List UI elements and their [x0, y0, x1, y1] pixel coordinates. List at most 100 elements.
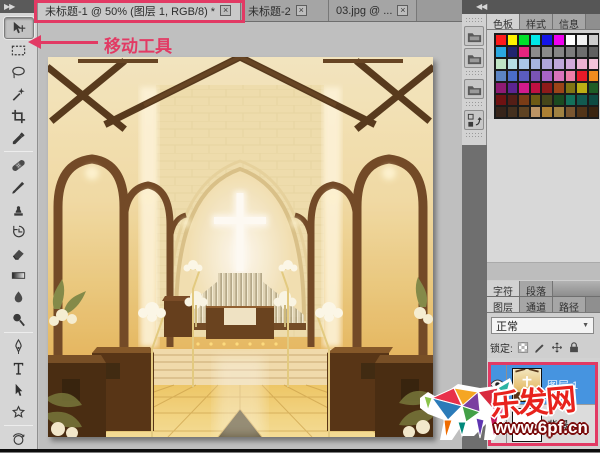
magic-wand-tool[interactable] [4, 83, 34, 105]
color-swatch[interactable] [565, 70, 577, 82]
color-swatch[interactable] [576, 94, 588, 106]
clone-stamp-tool[interactable] [4, 198, 34, 220]
color-swatch[interactable] [507, 82, 519, 94]
charpara-tab[interactable]: 段落 [520, 281, 553, 296]
color-swatch[interactable] [576, 106, 588, 118]
charpara-tab[interactable]: 字符 [487, 281, 520, 296]
collapsed-panel-icon-1[interactable] [464, 26, 484, 46]
color-swatch[interactable] [530, 58, 542, 70]
custom-shape-tool[interactable] [4, 401, 34, 423]
color-swatch[interactable] [553, 46, 565, 58]
rectangular-marquee-tool[interactable] [4, 39, 34, 61]
color-swatch[interactable] [541, 46, 553, 58]
color-swatch[interactable] [565, 82, 577, 94]
color-swatch[interactable] [530, 94, 542, 106]
collapse-dock-left-icon[interactable]: ◀◀ [462, 0, 600, 14]
color-swatch[interactable] [507, 34, 519, 46]
color-swatch[interactable] [541, 70, 553, 82]
color-swatch[interactable] [518, 94, 530, 106]
document-canvas[interactable] [48, 57, 433, 437]
color-swatch[interactable] [518, 70, 530, 82]
color-swatch[interactable] [553, 106, 565, 118]
color-swatch[interactable] [495, 70, 507, 82]
pen-tool[interactable] [4, 335, 34, 357]
color-swatch[interactable] [530, 106, 542, 118]
color-swatch[interactable] [495, 58, 507, 70]
color-swatch[interactable] [588, 82, 600, 94]
color-swatch[interactable] [507, 46, 519, 58]
eraser-tool[interactable] [4, 242, 34, 264]
layer-row[interactable]: 图层 1 [489, 365, 598, 405]
color-swatch[interactable] [507, 70, 519, 82]
type-tool[interactable] [4, 357, 34, 379]
color-swatch[interactable] [588, 94, 600, 106]
color-swatch[interactable] [576, 82, 588, 94]
blur-tool[interactable] [4, 286, 34, 308]
color-swatch[interactable] [565, 94, 577, 106]
color-swatch[interactable] [518, 34, 530, 46]
color-swatch[interactable] [530, 70, 542, 82]
dodge-tool[interactable] [4, 308, 34, 330]
color-swatch[interactable] [518, 46, 530, 58]
color-swatch[interactable] [553, 70, 565, 82]
layer-visibility-eye-icon[interactable] [489, 365, 507, 404]
swatches-tab[interactable]: 色板 [487, 14, 520, 29]
color-swatch[interactable] [530, 82, 542, 94]
color-swatch[interactable] [495, 34, 507, 46]
brush-tool[interactable] [4, 176, 34, 198]
color-swatch[interactable] [588, 34, 600, 46]
lock-image-icon[interactable] [533, 341, 547, 355]
color-swatch[interactable] [541, 58, 553, 70]
color-swatch[interactable] [518, 82, 530, 94]
swatches-tab[interactable]: 信息 [553, 14, 586, 29]
color-swatch[interactable] [495, 94, 507, 106]
lock-all-icon[interactable] [567, 341, 581, 355]
color-swatch[interactable] [518, 58, 530, 70]
color-swatch[interactable] [565, 46, 577, 58]
color-swatch[interactable] [576, 58, 588, 70]
layers-tab[interactable]: 图层 [487, 297, 520, 312]
color-swatch[interactable] [565, 58, 577, 70]
lock-transparency-icon[interactable] [516, 341, 530, 355]
color-swatch[interactable] [565, 106, 577, 118]
color-swatch[interactable] [530, 34, 542, 46]
layer-thumbnail[interactable] [512, 368, 542, 402]
gradient-tool[interactable] [4, 264, 34, 286]
layer-row[interactable]: 背景 [489, 405, 598, 445]
document-tab-1[interactable]: 未标题-1 @ 50% (图层 1, RGB/8) *× [38, 0, 241, 21]
color-swatch[interactable] [541, 94, 553, 106]
color-swatch[interactable] [588, 58, 600, 70]
color-swatch[interactable] [565, 34, 577, 46]
eyedropper-tool[interactable] [4, 127, 34, 149]
color-swatch[interactable] [553, 82, 565, 94]
color-swatch[interactable] [495, 46, 507, 58]
color-swatch[interactable] [576, 46, 588, 58]
blend-mode-select[interactable]: 正常 ▼ [491, 317, 594, 334]
color-swatch[interactable] [541, 106, 553, 118]
document-tab-3[interactable]: 03.jpg @ ...× [329, 0, 417, 21]
color-swatch[interactable] [530, 46, 542, 58]
color-swatch[interactable] [553, 94, 565, 106]
color-swatch[interactable] [507, 94, 519, 106]
layers-tab[interactable]: 路径 [553, 297, 586, 312]
color-swatch[interactable] [495, 82, 507, 94]
close-icon[interactable]: × [296, 5, 307, 16]
crop-tool[interactable] [4, 105, 34, 127]
close-icon[interactable]: × [220, 5, 231, 16]
color-swatch[interactable] [507, 106, 519, 118]
history-brush-tool[interactable] [4, 220, 34, 242]
collapsed-panel-icon-2[interactable] [464, 48, 484, 68]
lasso-tool[interactable] [4, 61, 34, 83]
layer-visibility-eye-icon[interactable] [489, 405, 507, 444]
document-tab-2[interactable]: 未标题-2× [241, 0, 329, 21]
color-swatch[interactable] [576, 34, 588, 46]
collapsed-panel-icon-3[interactable] [464, 79, 484, 99]
swatches-tab[interactable]: 样式 [520, 14, 553, 29]
color-swatch[interactable] [588, 70, 600, 82]
spot-healing-brush-tool[interactable] [4, 154, 34, 176]
color-swatch[interactable] [553, 58, 565, 70]
color-swatch[interactable] [553, 34, 565, 46]
path-selection-tool[interactable] [4, 379, 34, 401]
color-swatch[interactable] [518, 106, 530, 118]
layers-tab[interactable]: 通道 [520, 297, 553, 312]
